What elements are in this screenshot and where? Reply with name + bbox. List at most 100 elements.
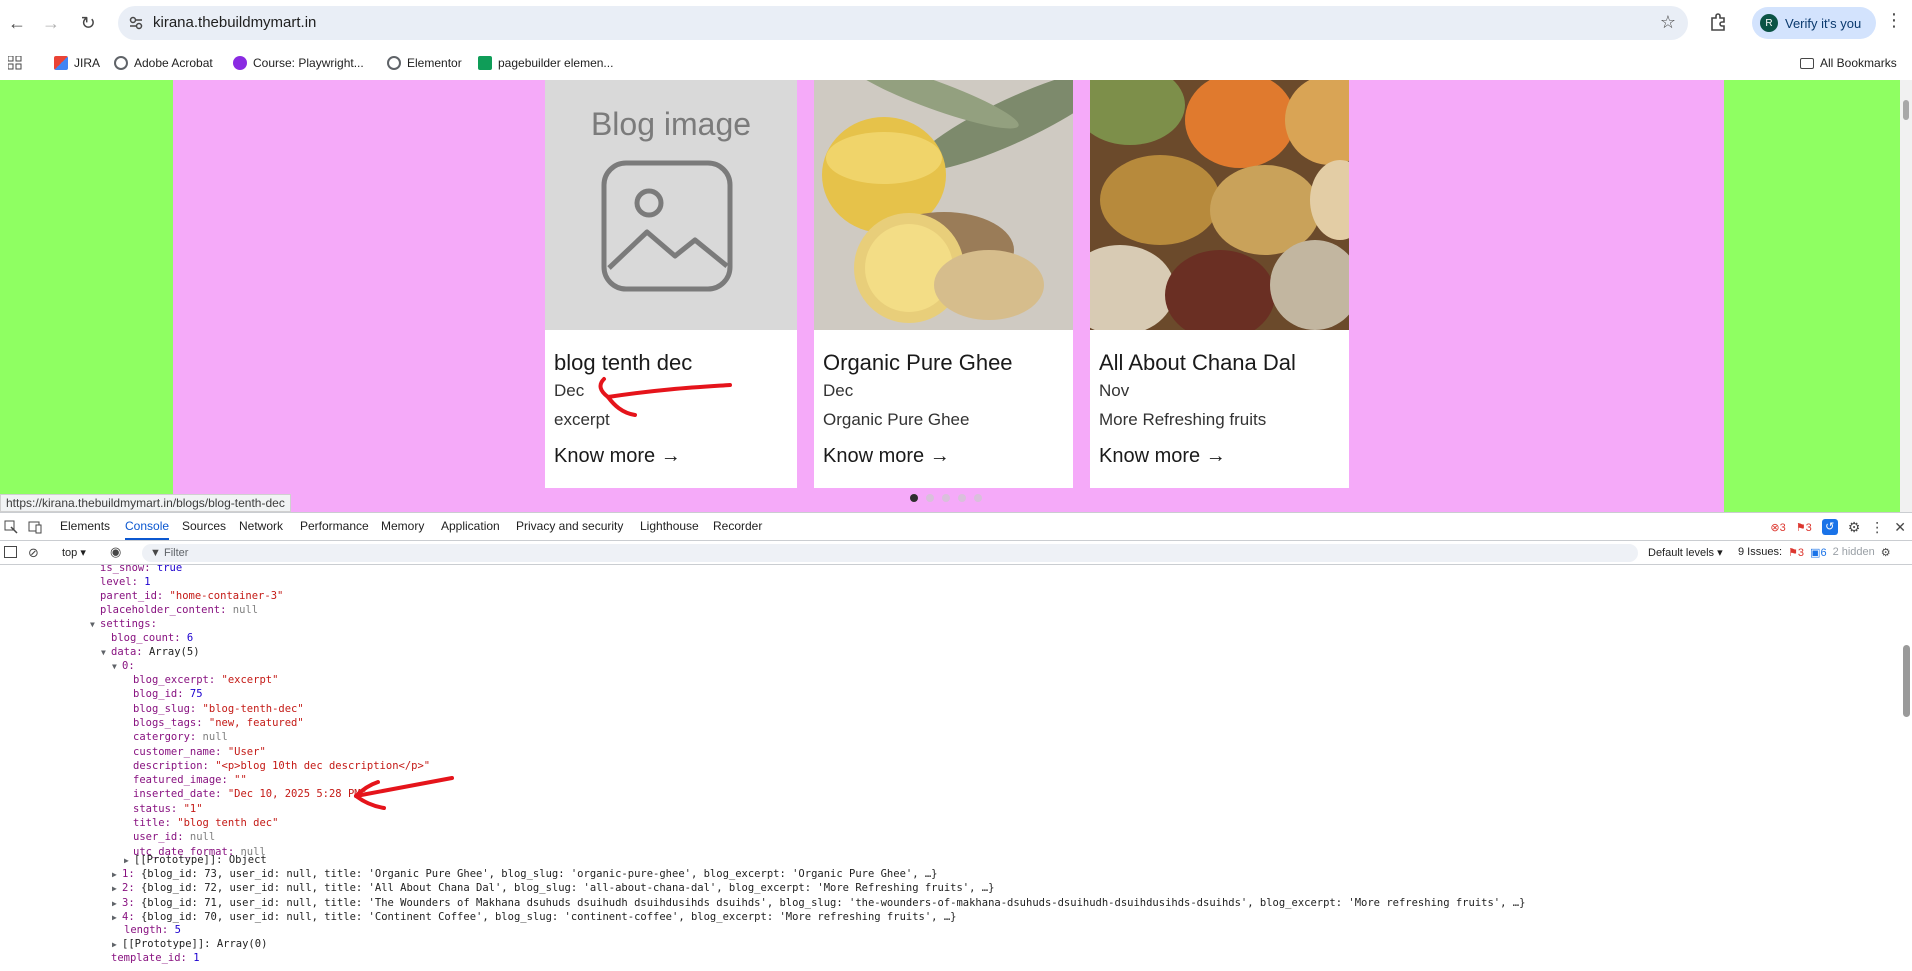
settings-gear-icon[interactable]: ⚙	[1848, 519, 1861, 536]
devtools-tab-lighthouse[interactable]: Lighthouse	[640, 513, 699, 540]
bookmark-adobe-acrobat[interactable]: Adobe Acrobat	[114, 52, 213, 74]
prop-value: true	[156, 565, 183, 574]
console-array-item[interactable]: ▶ 2: {blog_id: 72, user_id: null, title: …	[112, 881, 994, 895]
clear-console-icon[interactable]: ⊘	[28, 545, 39, 561]
warning-count[interactable]: ⚑3	[1796, 521, 1812, 534]
devtools-tab-console[interactable]: Console	[125, 513, 170, 540]
expand-triangle-icon[interactable]: ▶	[112, 911, 122, 925]
array-index: 1:	[122, 868, 135, 880]
array-index: 3:	[122, 896, 135, 909]
expand-triangle-icon[interactable]: ▶	[112, 897, 122, 911]
expand-triangle-icon[interactable]: ▼	[101, 646, 111, 660]
reload-icon[interactable]: ↻	[75, 10, 101, 36]
console-array-item[interactable]: ▶ 4: {blog_id: 70, user_id: null, title: …	[112, 910, 956, 924]
live-expression-eye-icon[interactable]: ◉	[110, 544, 121, 560]
devtools-tab-recorder[interactable]: Recorder	[713, 513, 762, 540]
devtools-tab-application[interactable]: Application	[441, 513, 500, 540]
page-scrollbar[interactable]	[1900, 80, 1912, 512]
devtools-tab-elements[interactable]: Elements	[60, 513, 110, 540]
bookmark-jira[interactable]: JIRA	[54, 52, 100, 74]
console-scrollbar-thumb[interactable]	[1903, 645, 1910, 717]
gmail-icon	[54, 56, 68, 70]
expand-triangle-icon[interactable]: ▶	[124, 854, 134, 868]
pulses-photo	[1090, 80, 1349, 330]
devtools-tab-performance[interactable]: Performance	[300, 513, 369, 540]
expand-triangle-icon[interactable]: ▼	[90, 618, 100, 632]
console-field-line: featured_image: ""	[133, 773, 247, 787]
hidden-count: 2 hidden	[1832, 546, 1875, 558]
verify-profile-button[interactable]: R Verify it's you	[1752, 7, 1876, 39]
filter-placeholder: Filter	[164, 547, 189, 559]
site-info-icon[interactable]	[128, 15, 144, 31]
blog-card[interactable]: Organic Pure Ghee Dec Organic Pure Ghee …	[814, 80, 1073, 488]
issues-error-value: 3	[1797, 547, 1805, 559]
console-line-settings[interactable]: ▼ settings:	[90, 617, 157, 631]
expand-triangle-icon[interactable]: ▶	[112, 868, 122, 882]
console-line-item-0[interactable]: ▼ 0:	[112, 659, 135, 673]
extensions-icon[interactable]	[1705, 10, 1731, 36]
blog-month: Dec	[823, 381, 854, 400]
devtools-tab-privacy-and-security[interactable]: Privacy and security	[516, 513, 623, 540]
devtools-tab-network[interactable]: Network	[239, 513, 283, 540]
blog-title[interactable]: Organic Pure Ghee	[823, 350, 1013, 376]
prop-key: length:	[124, 924, 169, 936]
console-line-proto[interactable]: ▶ [[Prototype]]: Object	[124, 853, 267, 867]
log-levels-dropdown[interactable]: Default levels ▾	[1648, 546, 1723, 559]
bookmark-elementor[interactable]: Elementor	[387, 52, 462, 74]
carousel-dot[interactable]	[974, 494, 982, 502]
url-text[interactable]: kirana.thebuildmymart.in	[153, 14, 316, 31]
array-item-preview: {blog_id: 72, user_id: null, title: 'All…	[140, 882, 995, 895]
console-line-proto-array[interactable]: ▶ [[Prototype]]: Array(0)	[112, 937, 267, 951]
more-options-icon[interactable]: ⋮	[1870, 519, 1884, 536]
avatar: R	[1760, 14, 1778, 32]
all-bookmarks[interactable]: All Bookmarks	[1800, 52, 1897, 74]
close-devtools-icon[interactable]: ✕	[1894, 519, 1906, 536]
bookmark-course-playwright[interactable]: Course: Playwright...	[233, 52, 364, 74]
devtools-tab-memory[interactable]: Memory	[381, 513, 424, 540]
know-more-link[interactable]: Know more →	[554, 445, 681, 468]
console-field-line: catergory: null	[133, 730, 228, 744]
expand-triangle-icon[interactable]: ▼	[112, 660, 122, 674]
issues-label: 9 Issues:	[1738, 546, 1783, 558]
know-more-link[interactable]: Know more →	[1099, 445, 1226, 468]
blog-card[interactable]: Blog image blog tenth dec Dec excerpt Kn…	[545, 80, 797, 488]
blog-title[interactable]: All About Chana Dal	[1099, 350, 1296, 376]
apps-grid-icon[interactable]	[8, 56, 22, 70]
carousel-dot[interactable]	[942, 494, 950, 502]
error-count[interactable]: ⊗3	[1770, 521, 1785, 534]
console-line-data[interactable]: ▼ data: Array(5)	[101, 645, 200, 659]
inspect-element-icon[interactable]	[4, 520, 18, 534]
blog-title[interactable]: blog tenth dec	[554, 350, 692, 376]
blog-card[interactable]: All About Chana Dal Nov More Refreshing …	[1090, 80, 1349, 488]
console-scrollbar[interactable]	[1900, 565, 1912, 971]
console-output: is_show: true level: 1 parent_id: "home-…	[0, 565, 1900, 971]
expand-triangle-icon[interactable]: ▶	[112, 938, 122, 952]
issues-counter[interactable]: 9 Issues: ⚑3 ▣6 2 hidden ⚙	[1738, 546, 1891, 559]
devtools-tab-sources[interactable]: Sources	[182, 513, 226, 540]
expand-triangle-icon[interactable]: ▶	[112, 882, 122, 896]
carousel-dot[interactable]	[910, 494, 918, 502]
prop-key: 0:	[122, 660, 135, 672]
bookmark-pagebuilder[interactable]: pagebuilder elemen...	[478, 52, 613, 74]
carousel-dot[interactable]	[958, 494, 966, 502]
device-toolbar-icon[interactable]	[28, 520, 42, 534]
prop-value: "excerpt"	[221, 674, 279, 686]
bookmark-star-icon[interactable]: ☆	[1660, 12, 1676, 33]
page-scrollbar-thumb[interactable]	[1903, 100, 1909, 120]
console-filter-input[interactable]: ▼ Filter	[142, 544, 1638, 562]
sidebar-toggle-icon[interactable]	[4, 546, 17, 558]
know-more-link[interactable]: Know more →	[823, 445, 950, 468]
devtools-status: ⊗3 ⚑3 ↺ ⚙ ⋮ ✕	[1770, 517, 1906, 537]
browser-menu-icon[interactable]: ⋮	[1884, 10, 1904, 36]
sync-icon[interactable]: ↺	[1821, 519, 1838, 535]
context-selector[interactable]: top ▾	[62, 546, 86, 559]
prop-key: title:	[133, 817, 171, 829]
console-array-item[interactable]: ▶ 3: {blog_id: 71, user_id: null, title: …	[112, 896, 1525, 910]
console-settings-icon[interactable]: ⚙	[1881, 546, 1891, 559]
carousel-dot[interactable]	[926, 494, 934, 502]
back-icon[interactable]: ←	[4, 10, 30, 36]
forward-icon[interactable]: →	[38, 10, 64, 36]
console-array-item[interactable]: ▶ 1: {blog_id: 73, user_id: null, title: …	[112, 867, 938, 881]
pulses-image	[1090, 80, 1349, 330]
address-bar[interactable]: kirana.thebuildmymart.in ☆	[118, 6, 1688, 40]
